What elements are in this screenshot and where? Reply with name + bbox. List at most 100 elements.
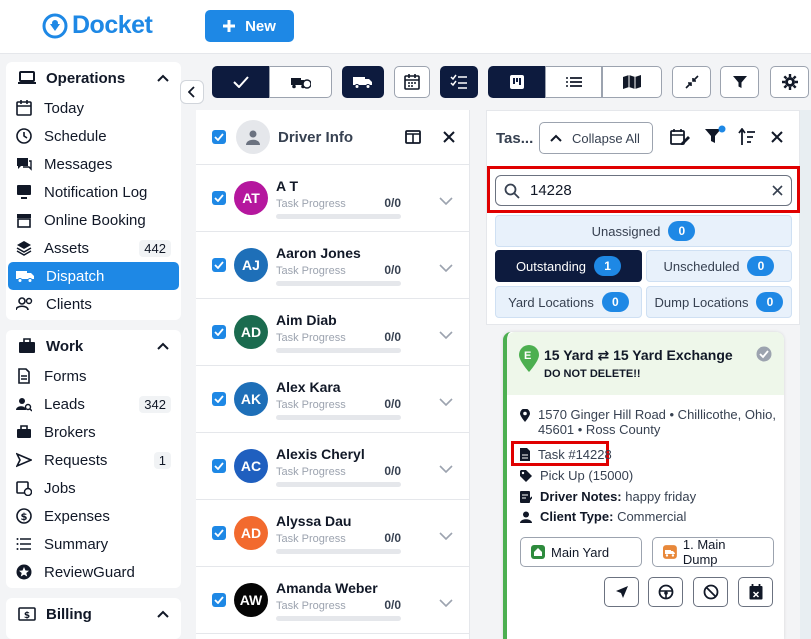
sidebar-item-requests[interactable]: Requests 1 <box>6 446 181 474</box>
task-progress-value: 0/0 <box>384 463 401 478</box>
task-number[interactable]: Task #14228 <box>538 447 612 462</box>
driver-row[interactable]: AW Amanda Weber Task Progress 0/0 <box>196 567 469 634</box>
sidebar-item-schedule[interactable]: Schedule <box>6 122 181 150</box>
driver-checkbox[interactable] <box>212 258 226 272</box>
chevron-up-icon[interactable] <box>157 342 169 350</box>
task-progress-row: Task Progress 0/0 <box>276 464 401 478</box>
driver-checkbox[interactable] <box>212 593 226 607</box>
sidebar-item-today[interactable]: Today <box>6 94 181 122</box>
map-view-button[interactable] <box>602 66 662 98</box>
sidebar-item-clients[interactable]: Clients <box>6 290 181 318</box>
unassigned-count: 0 <box>668 221 696 241</box>
task-search-input[interactable] <box>530 182 750 199</box>
operations-header[interactable]: Operations <box>6 62 181 94</box>
unschedule-button[interactable] <box>738 577 773 607</box>
sort-icon[interactable] <box>738 128 756 146</box>
task-card[interactable]: E 15 Yard ⇄ 15 Yard Exchange DO NOT DELE… <box>503 332 784 639</box>
work-header[interactable]: Work <box>6 330 181 362</box>
board-view-button[interactable] <box>488 66 545 98</box>
driver-checkbox[interactable] <box>212 191 226 205</box>
driver-row[interactable]: AT A T Task Progress 0/0 <box>196 165 469 232</box>
sidebar-item-online-booking[interactable]: Online Booking <box>6 206 181 234</box>
new-button[interactable]: New <box>205 10 294 42</box>
task-progress-row: Task Progress 0/0 <box>276 531 401 545</box>
chevron-up-icon[interactable] <box>157 610 169 618</box>
file-icon <box>18 368 30 384</box>
collapse-all-button[interactable]: Collapse All <box>539 122 653 154</box>
billing-header[interactable]: $ Billing <box>6 598 181 630</box>
driver-checkbox[interactable] <box>212 392 226 406</box>
driver-checkbox[interactable] <box>212 459 226 473</box>
check-circle-icon[interactable] <box>756 346 772 362</box>
driver-row[interactable]: AJ Aaron Jones Task Progress 0/0 <box>196 232 469 299</box>
chevron-down-icon[interactable] <box>439 398 453 406</box>
note-icon <box>520 491 532 503</box>
chevron-down-icon[interactable] <box>439 197 453 205</box>
sidebar-item-forms[interactable]: Forms <box>6 362 181 390</box>
chevron-up-icon[interactable] <box>157 74 169 82</box>
driver-checkbox[interactable] <box>212 526 226 540</box>
unscheduled-count: 0 <box>747 256 775 276</box>
sidebar-item-dispatch[interactable]: Dispatch <box>8 262 179 290</box>
view-checklist-button[interactable] <box>212 66 269 98</box>
yard-locations-filter[interactable]: Yard Locations 0 <box>495 286 642 318</box>
store-icon <box>17 214 31 228</box>
settings-button[interactable] <box>770 66 809 98</box>
close-icon[interactable] <box>443 131 455 143</box>
list-icon <box>16 538 31 550</box>
sidebar-item-jobs[interactable]: Jobs <box>6 474 181 502</box>
main-yard-button[interactable]: Main Yard <box>520 537 642 567</box>
list-view-button[interactable] <box>545 66 602 98</box>
filter-button[interactable] <box>720 66 759 98</box>
driver-row[interactable]: AD Alyssa Dau Task Progress 0/0 <box>196 500 469 567</box>
collapse-sidebar-button[interactable] <box>180 80 204 104</box>
sidebar-item-label: Clients <box>46 295 92 313</box>
svg-text:$: $ <box>24 611 30 621</box>
outstanding-filter[interactable]: Outstanding 1 <box>495 250 642 282</box>
sidebar-item-expenses[interactable]: $ Expenses <box>6 502 181 530</box>
truck-view-button[interactable] <box>342 66 384 98</box>
sidebar-item-messages[interactable]: Messages <box>6 150 181 178</box>
view-truck-clock-button[interactable] <box>269 66 332 98</box>
unscheduled-filter[interactable]: Unscheduled 0 <box>646 250 792 282</box>
chevron-down-icon[interactable] <box>439 331 453 339</box>
driver-row[interactable]: AD Aim Diab Task Progress 0/0 <box>196 299 469 366</box>
chevron-down-icon[interactable] <box>439 599 453 607</box>
chevron-down-icon[interactable] <box>439 465 453 473</box>
driver-info: Amanda Weber Task Progress 0/0 <box>276 580 401 621</box>
dump-locations-filter[interactable]: Dump Locations 0 <box>646 286 792 318</box>
task-list-button[interactable] <box>440 66 478 98</box>
sidebar-item-reviewguard[interactable]: ReviewGuard <box>6 558 181 586</box>
filter-icon <box>732 76 747 88</box>
driver-row[interactable]: AK Alex Kara Task Progress 0/0 <box>196 366 469 433</box>
map-icon <box>623 75 641 89</box>
sidebar-item-summary[interactable]: Summary <box>6 530 181 558</box>
filter-active-icon[interactable] <box>704 125 726 145</box>
driver-checkbox[interactable] <box>212 325 226 339</box>
docket-logo[interactable]: Docket <box>42 11 153 40</box>
assign-driver-button[interactable] <box>648 577 683 607</box>
columns-icon[interactable] <box>405 130 421 144</box>
driver-info: Alex Kara Task Progress 0/0 <box>276 379 401 420</box>
main-yard-label: Main Yard <box>551 544 610 560</box>
ban-icon <box>703 584 718 600</box>
collapse-view-button[interactable] <box>672 66 711 98</box>
calendar-view-button[interactable] <box>394 66 430 98</box>
sidebar-item-brokers[interactable]: Brokers <box>6 418 181 446</box>
driver-row[interactable]: AC Alexis Cheryl Task Progress 0/0 <box>196 433 469 500</box>
calendar-edit-icon[interactable] <box>670 128 690 146</box>
chevron-down-icon[interactable] <box>439 532 453 540</box>
clear-search-icon[interactable] <box>772 185 783 196</box>
sidebar-item-notification-log[interactable]: Notification Log <box>6 178 181 206</box>
select-all-drivers-checkbox[interactable] <box>212 130 226 144</box>
navigate-button[interactable] <box>604 577 639 607</box>
chevron-down-icon[interactable] <box>439 264 453 272</box>
close-icon[interactable] <box>771 131 783 143</box>
unassigned-filter[interactable]: Unassigned 0 <box>495 215 792 247</box>
sidebar-item-assets[interactable]: Assets 442 <box>6 234 181 262</box>
calendar-x-icon <box>749 584 762 600</box>
cancel-task-button[interactable] <box>693 577 728 607</box>
sidebar-item-leads[interactable]: Leads 342 <box>6 390 181 418</box>
main-dump-button[interactable]: 1. Main Dump <box>652 537 774 567</box>
task-search-box[interactable] <box>495 175 792 206</box>
